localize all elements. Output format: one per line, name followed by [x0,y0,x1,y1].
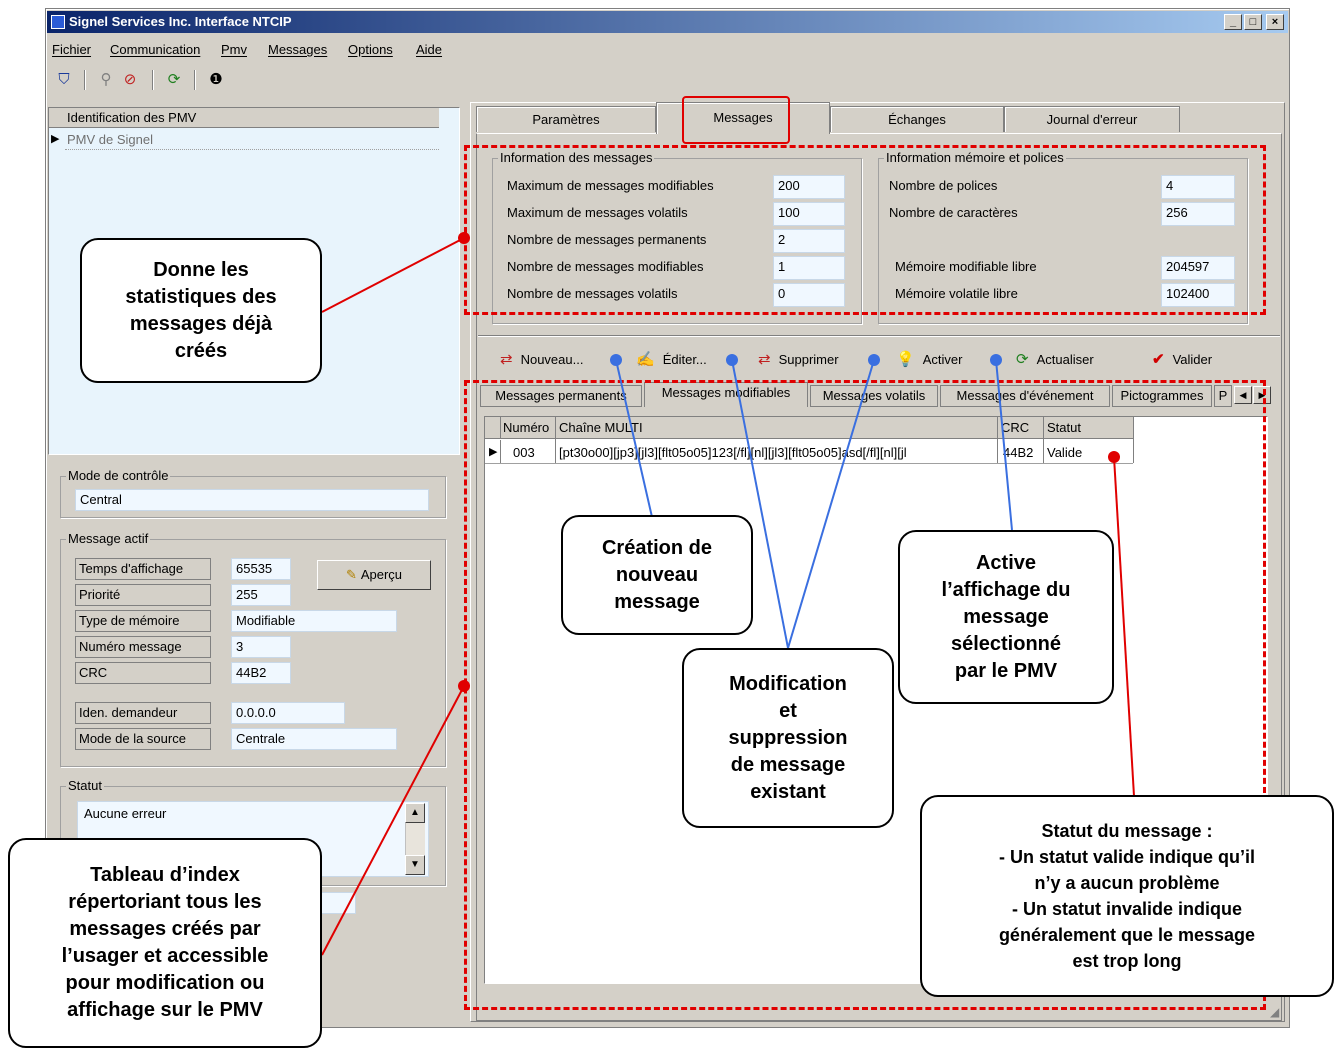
callout-line: Création de [601,536,713,559]
callout-line: - Un statut invalide indique [1011,899,1242,919]
callout-line: Statut du message : [1041,821,1213,841]
callout-line: Tableau d’index [90,864,240,886]
callout-line: Donne les [153,258,249,281]
edit-dot [726,354,738,366]
callout-line: de message [730,753,846,776]
status-pointer-line [1113,456,1135,797]
callout-line: l’affichage du [941,578,1071,601]
status-dot [1108,451,1120,463]
callout-line: Active [975,551,1037,574]
highlight-messages-tab [682,96,790,144]
callout-line: Modification [729,672,847,695]
callout-line: et [779,699,797,722]
callout-line: par le PMV [954,659,1058,682]
callout-line: message [614,590,700,613]
callout-activate: Active l’affichage du message sélectionn… [898,530,1114,704]
callout-line: existant [750,780,826,803]
callout-line: l’usager et accessible [61,945,269,967]
callout-line: généralement que le message [998,925,1256,945]
callout-status: Statut du message : - Un statut valide i… [920,795,1334,997]
callout-line: message [963,605,1049,628]
callout-line: messages créés par [69,918,261,940]
callout-line: n’y a aucun problème [1034,873,1220,893]
callout-line: affichage sur le PMV [67,999,263,1021]
stats-pointer-line [321,237,465,313]
callout-line: nouveau [615,563,699,586]
callout-line: créés [174,339,228,362]
stats-dot [458,232,470,244]
new-pointer-line [615,359,653,518]
callout-line: messages déjà [129,312,273,335]
new-dot [610,354,622,366]
callout-line: suppression [728,726,848,749]
callout-new: Création de nouveau message [561,515,753,635]
callout-line: - Un statut valide indique qu’il [998,847,1255,867]
index-pointer-line [321,685,465,956]
callout-line: sélectionné [950,632,1062,655]
delete-dot [868,354,880,366]
callout-index: Tableau d’index répertoriant tous les me… [8,838,322,1048]
callout-stats: Donne les statistiques des messages déjà… [80,238,322,383]
index-dot [458,680,470,692]
activate-dot [990,354,1002,366]
callout-line: pour modification ou [65,972,265,994]
callout-line: répertoriant tous les [68,891,262,913]
callout-line: est trop long [1072,951,1182,971]
callout-line: statistiques des [125,285,277,308]
callout-modify: Modification et suppression de message e… [682,648,894,828]
delete-pointer-line [787,359,875,649]
activate-pointer-line [995,359,1013,531]
